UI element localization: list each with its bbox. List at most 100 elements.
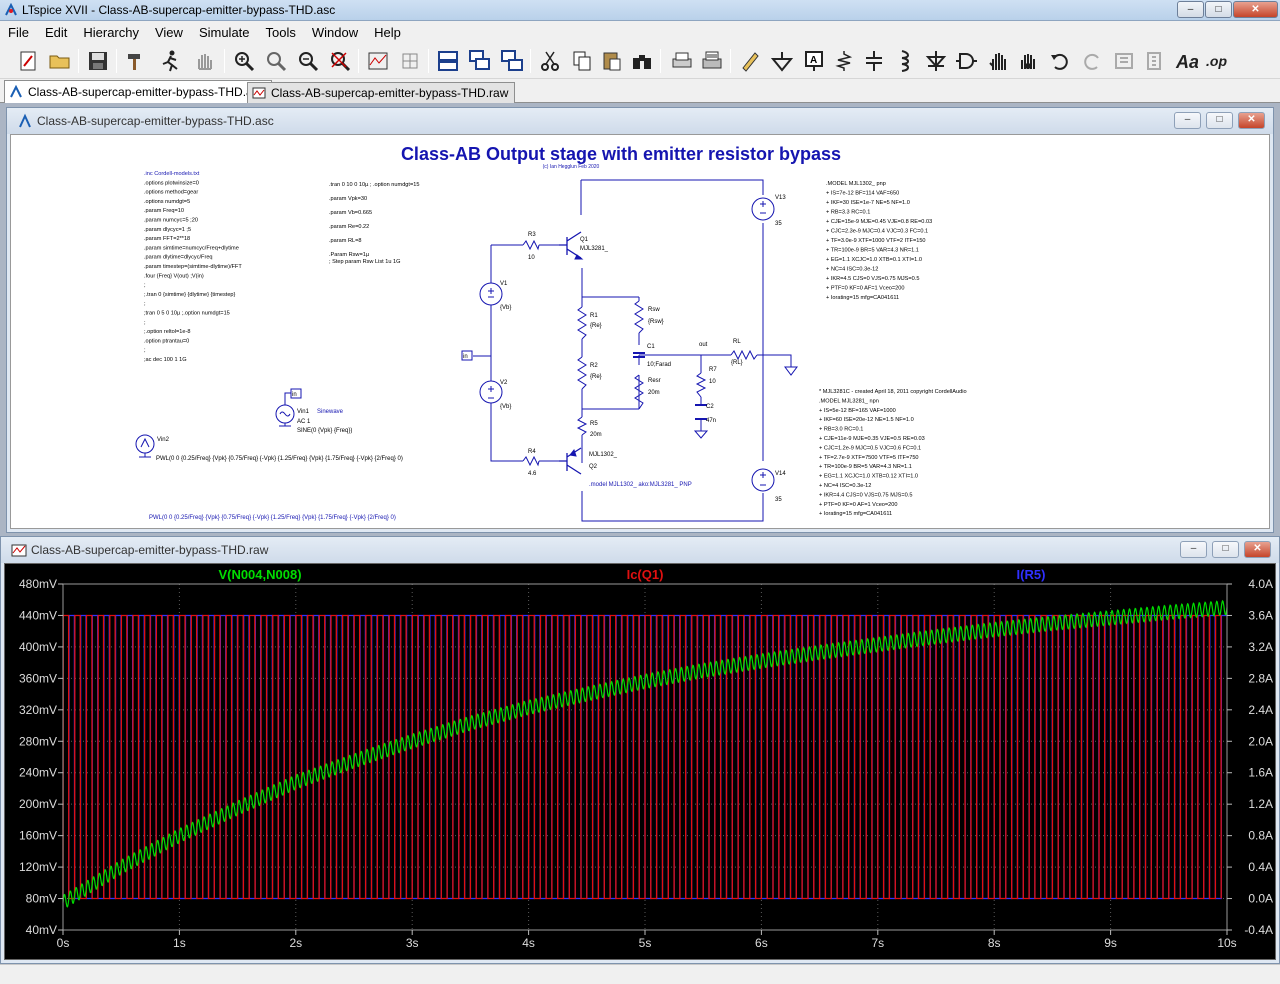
y-tick-label-left: 360mV bbox=[19, 671, 57, 685]
menu-view[interactable]: View bbox=[147, 25, 191, 40]
menu-hierarchy[interactable]: Hierarchy bbox=[75, 25, 147, 40]
menu-edit[interactable]: Edit bbox=[37, 25, 75, 40]
schematic-drawing[interactable]: Class-AB Output stage with emitter resis… bbox=[11, 135, 1270, 529]
rotate-icon[interactable] bbox=[1110, 47, 1138, 75]
tile-horizontal-icon[interactable] bbox=[434, 47, 462, 75]
capacitor-icon[interactable] bbox=[860, 47, 888, 75]
print-icon[interactable] bbox=[698, 47, 726, 75]
waveform-restore-button[interactable]: □ bbox=[1212, 541, 1239, 558]
inductor-icon[interactable] bbox=[890, 47, 918, 75]
r4-value: 4.6 bbox=[528, 471, 537, 477]
schematic-close-button[interactable]: ✕ bbox=[1238, 112, 1265, 129]
new-schematic-icon[interactable] bbox=[14, 47, 42, 75]
redo-icon[interactable] bbox=[1078, 47, 1106, 75]
schematic-canvas[interactable]: Class-AB Output stage with emitter resis… bbox=[10, 134, 1270, 529]
c1-label: C1 bbox=[647, 344, 655, 350]
model-alias-directive[interactable]: .model MJL1302_ ako:MJL3281_ PNP bbox=[589, 482, 692, 488]
r7-label: R7 bbox=[709, 367, 717, 373]
rl-label: RL bbox=[733, 339, 741, 345]
c1-value: 10;Farad bbox=[647, 362, 671, 368]
close-button[interactable]: ✕ bbox=[1233, 1, 1278, 18]
trace-label-ic[interactable]: Ic(Q1) bbox=[627, 567, 664, 582]
spice-directive-icon[interactable]: .op bbox=[1202, 47, 1230, 75]
run-simulation-icon[interactable] bbox=[156, 47, 184, 75]
cascade-windows-icon[interactable] bbox=[466, 47, 494, 75]
label-net-icon[interactable]: A bbox=[800, 47, 828, 75]
model-line: + TF=2.7e-9 XTF=7500 VTF=5 ITF=750 bbox=[819, 455, 919, 461]
resistor-icon[interactable] bbox=[830, 47, 858, 75]
model-line: + TR=100e-9 BR=5 VAR=4.3 NR=1.1 bbox=[819, 464, 912, 470]
model-line: .MODEL MJL1302_ pnp bbox=[826, 181, 886, 187]
minimize-button[interactable]: ‒ bbox=[1177, 1, 1204, 18]
move-hand-icon[interactable] bbox=[984, 47, 1012, 75]
resistor-rsw bbox=[634, 300, 644, 334]
source-vin2[interactable] bbox=[135, 434, 155, 458]
npn-model-text[interactable]: * MJL3281C - created April 18, 2011 copy… bbox=[819, 389, 967, 517]
trace-label-v[interactable]: V(N004,N008) bbox=[218, 567, 301, 582]
resr-label: Resr bbox=[648, 378, 661, 384]
trace-label-ir5[interactable]: I(R5) bbox=[1017, 567, 1046, 582]
menu-help[interactable]: Help bbox=[366, 25, 409, 40]
model-line: .MODEL MJL3281_ npn bbox=[819, 398, 879, 404]
cut-icon[interactable] bbox=[536, 47, 564, 75]
halt-hand-icon[interactable] bbox=[190, 47, 218, 75]
directive-line: .tran 0 10 0 10µ ; .option numdgt=15 bbox=[329, 182, 419, 188]
waveform-window-title: Class-AB-supercap-emitter-bypass-THD.raw bbox=[31, 543, 269, 557]
title-bar: LTspice XVII - Class-AB-supercap-emitter… bbox=[0, 0, 1280, 21]
voltage-sources[interactable] bbox=[479, 197, 775, 492]
save-icon[interactable] bbox=[84, 47, 112, 75]
zoom-fit-icon[interactable] bbox=[326, 47, 354, 75]
transistor-q1[interactable] bbox=[559, 231, 584, 260]
ground-icon[interactable] bbox=[768, 47, 796, 75]
find-binoculars-icon[interactable] bbox=[628, 47, 656, 75]
waveform-chart[interactable]: 0s 1s 2s 3s 4s 5s 6s 7s 8s 9s 10s 40mV 80mV 120mV 160m… bbox=[5, 564, 1277, 961]
draw-wire-pencil-icon[interactable] bbox=[736, 47, 764, 75]
maximize-button[interactable]: □ bbox=[1205, 1, 1232, 18]
close-windows-icon[interactable] bbox=[498, 47, 526, 75]
menu-window[interactable]: Window bbox=[304, 25, 366, 40]
mirror-icon[interactable] bbox=[1140, 47, 1168, 75]
undo-icon[interactable] bbox=[1046, 47, 1074, 75]
tab-waveform[interactable]: Class-AB-supercap-emitter-bypass-THD.raw bbox=[247, 82, 516, 103]
menu-tools[interactable]: Tools bbox=[258, 25, 304, 40]
waveform-plot-pane[interactable]: 0s 1s 2s 3s 4s 5s 6s 7s 8s 9s 10s 40mV 80mV 120mV 160m… bbox=[4, 563, 1276, 960]
text-icon[interactable]: Aa bbox=[1172, 47, 1200, 75]
waveform-close-button[interactable]: ✕ bbox=[1244, 541, 1271, 558]
spice-directives-mid[interactable]: .tran 0 10 0 10µ ; .option numdgt=15 .par… bbox=[329, 182, 419, 265]
window-title: LTspice XVII - Class-AB-supercap-emitter… bbox=[22, 3, 336, 17]
diode-icon[interactable] bbox=[922, 47, 950, 75]
menu-simulate[interactable]: Simulate bbox=[191, 25, 258, 40]
copy-icon[interactable] bbox=[568, 47, 596, 75]
tab-schematic[interactable]: Class-AB-supercap-emitter-bypass-THD.asc bbox=[4, 80, 272, 103]
waveform-minimize-button[interactable]: ‒ bbox=[1180, 541, 1207, 558]
directive-line: .param dlytime=dlycyc/Freq bbox=[144, 255, 213, 261]
zoom-out-icon[interactable] bbox=[294, 47, 322, 75]
zoom-in-icon[interactable] bbox=[230, 47, 258, 75]
print-preview-icon[interactable] bbox=[668, 47, 696, 75]
paste-icon[interactable] bbox=[598, 47, 626, 75]
open-folder-icon[interactable] bbox=[46, 47, 74, 75]
zoom-pan-icon[interactable] bbox=[262, 47, 290, 75]
trace-ic-q1[interactable] bbox=[62, 614, 1222, 900]
model-line: + PTF=0 KF=0 AF=1 Vceo=200 bbox=[826, 286, 905, 292]
transistor-q2[interactable] bbox=[559, 447, 582, 475]
menu-file[interactable]: File bbox=[0, 25, 37, 40]
autorange-icon[interactable] bbox=[364, 47, 392, 75]
component-icon[interactable] bbox=[952, 47, 980, 75]
directive-line: .param RL=8 bbox=[329, 238, 362, 244]
model-line: + CJC=1.2e-9 MJC=0.5 VJC=0.6 FC=0.1 bbox=[819, 445, 921, 451]
resistor-r5 bbox=[576, 416, 588, 436]
schematic-icon bbox=[10, 85, 22, 98]
control-panel-hammer-icon[interactable] bbox=[122, 47, 150, 75]
schematic-window-titlebar: Class-AB-supercap-emitter-bypass-THD.asc… bbox=[7, 108, 1273, 134]
schematic-restore-button[interactable]: □ bbox=[1206, 112, 1233, 129]
y-tick-label-right: 4.0A bbox=[1248, 577, 1273, 591]
drag-hand-icon[interactable] bbox=[1014, 47, 1042, 75]
spice-directives-left[interactable]: .inc Cordell-models.txt .options plotwins… bbox=[144, 171, 242, 363]
vin1-label: Vin1 bbox=[297, 409, 310, 415]
model-line: + CJC=2.3e-9 MJC=0.4 VJC=0.3 FC=0.1 bbox=[826, 229, 928, 235]
pnp-model-text[interactable]: .MODEL MJL1302_ pnp + IS=7e-12 BF=114 VAF… bbox=[826, 181, 932, 301]
grid-icon[interactable] bbox=[396, 47, 424, 75]
v14-label: V14 bbox=[775, 471, 786, 477]
schematic-minimize-button[interactable]: ‒ bbox=[1174, 112, 1201, 129]
